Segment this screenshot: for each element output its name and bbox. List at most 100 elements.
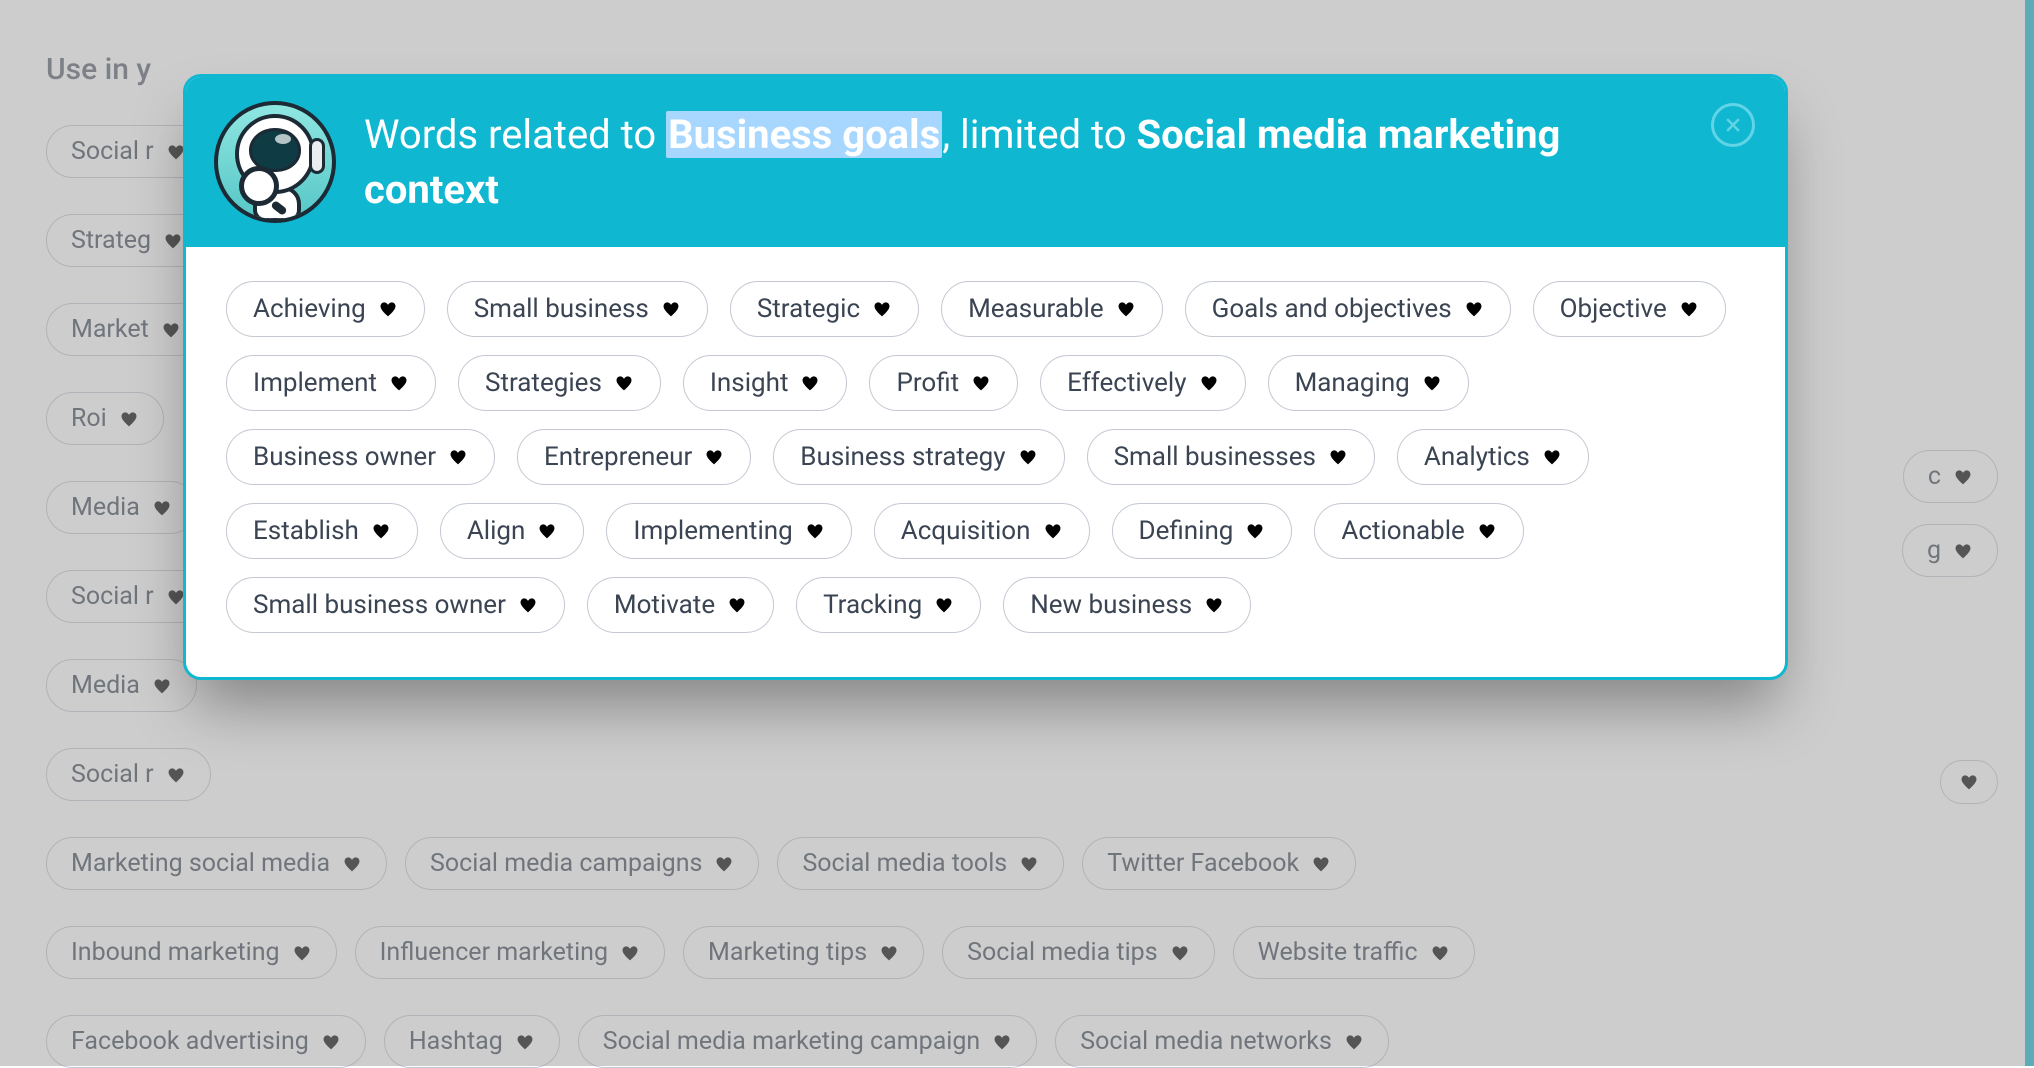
heart-icon: [1422, 374, 1442, 392]
chip-analytics[interactable]: Analytics: [1397, 429, 1589, 485]
chip-label: Analytics: [1424, 442, 1530, 472]
chip-small-businesses[interactable]: Small businesses: [1087, 429, 1375, 485]
chip-measurable[interactable]: Measurable: [941, 281, 1163, 337]
chip-label: Entrepreneur: [544, 442, 692, 472]
favorite-button[interactable]: [537, 522, 557, 540]
favorite-button[interactable]: [1679, 300, 1699, 318]
chip-small-business-owner[interactable]: Small business owner: [226, 577, 565, 633]
chip-defining[interactable]: Defining: [1112, 503, 1293, 559]
modal-body: Achieving Small business Strategic Measurab…: [186, 247, 1785, 677]
chip-label: Strategic: [757, 294, 860, 324]
chip-label: Small business: [474, 294, 649, 324]
favorite-button[interactable]: [1043, 522, 1063, 540]
chip-label: Profit: [896, 368, 959, 398]
chip-label: Insight: [710, 368, 789, 398]
favorite-button[interactable]: [378, 300, 398, 318]
chip-label: Actionable: [1341, 516, 1464, 546]
chip-label: Business owner: [253, 442, 436, 472]
favorite-button[interactable]: [614, 374, 634, 392]
close-button[interactable]: [1711, 103, 1755, 147]
chip-insight[interactable]: Insight: [683, 355, 848, 411]
chip-align[interactable]: Align: [440, 503, 585, 559]
favorite-button[interactable]: [1245, 522, 1265, 540]
chip-implementing[interactable]: Implementing: [606, 503, 851, 559]
chip-label: Managing: [1295, 368, 1410, 398]
chip-label: Small business owner: [253, 590, 506, 620]
favorite-button[interactable]: [934, 596, 954, 614]
chip-small-business[interactable]: Small business: [447, 281, 708, 337]
favorite-button[interactable]: [518, 596, 538, 614]
chip-new-business[interactable]: New business: [1003, 577, 1251, 633]
chip-label: New business: [1030, 590, 1192, 620]
chip-acquisition[interactable]: Acquisition: [874, 503, 1090, 559]
favorite-button[interactable]: [1542, 448, 1562, 466]
chip-objective[interactable]: Objective: [1533, 281, 1726, 337]
chip-tracking[interactable]: Tracking: [796, 577, 981, 633]
astronaut-icon: [214, 101, 336, 223]
favorite-button[interactable]: [704, 448, 724, 466]
chip-label: Implementing: [633, 516, 792, 546]
heart-icon: [389, 374, 409, 392]
chip-label: Align: [467, 516, 526, 546]
favorite-button[interactable]: [800, 374, 820, 392]
chip-label: Establish: [253, 516, 359, 546]
favorite-button[interactable]: [448, 448, 468, 466]
favorite-button[interactable]: [971, 374, 991, 392]
chip-business-owner[interactable]: Business owner: [226, 429, 495, 485]
heart-icon: [1679, 300, 1699, 318]
favorite-button[interactable]: [805, 522, 825, 540]
modal-chips: Achieving Small business Strategic Measurab…: [226, 281, 1745, 633]
chip-label: Effectively: [1067, 368, 1186, 398]
heart-icon: [1464, 300, 1484, 318]
favorite-button[interactable]: [727, 596, 747, 614]
heart-icon: [518, 596, 538, 614]
favorite-button[interactable]: [1199, 374, 1219, 392]
modal-title-prefix: Words related to: [364, 111, 666, 158]
heart-icon: [1542, 448, 1562, 466]
chip-implement[interactable]: Implement: [226, 355, 436, 411]
favorite-button[interactable]: [389, 374, 409, 392]
heart-icon: [800, 374, 820, 392]
chip-business-strategy[interactable]: Business strategy: [773, 429, 1064, 485]
favorite-button[interactable]: [1328, 448, 1348, 466]
favorite-button[interactable]: [371, 522, 391, 540]
heart-icon: [1116, 300, 1136, 318]
chip-goals-and-objectives[interactable]: Goals and objectives: [1185, 281, 1511, 337]
modal-title-middle: , limited to: [942, 111, 1136, 158]
chip-entrepreneur[interactable]: Entrepreneur: [517, 429, 751, 485]
heart-icon: [661, 300, 681, 318]
chip-strategic[interactable]: Strategic: [730, 281, 919, 337]
chip-motivate[interactable]: Motivate: [587, 577, 774, 633]
chip-strategies[interactable]: Strategies: [458, 355, 661, 411]
favorite-button[interactable]: [661, 300, 681, 318]
heart-icon: [727, 596, 747, 614]
chip-label: Achieving: [253, 294, 366, 324]
chip-label: Strategies: [485, 368, 602, 398]
heart-icon: [704, 448, 724, 466]
chip-establish[interactable]: Establish: [226, 503, 418, 559]
chip-effectively[interactable]: Effectively: [1040, 355, 1245, 411]
favorite-button[interactable]: [1477, 522, 1497, 540]
favorite-button[interactable]: [872, 300, 892, 318]
heart-icon: [378, 300, 398, 318]
heart-icon: [1204, 596, 1224, 614]
related-words-modal: Words related to Business goals, limited…: [183, 74, 1788, 680]
chip-achieving[interactable]: Achieving: [226, 281, 425, 337]
heart-icon: [1245, 522, 1265, 540]
favorite-button[interactable]: [1464, 300, 1484, 318]
favorite-button[interactable]: [1018, 448, 1038, 466]
favorite-button[interactable]: [1116, 300, 1136, 318]
chip-actionable[interactable]: Actionable: [1314, 503, 1523, 559]
favorite-button[interactable]: [1422, 374, 1442, 392]
chip-label: Acquisition: [901, 516, 1031, 546]
heart-icon: [371, 522, 391, 540]
modal-title: Words related to Business goals, limited…: [364, 107, 1634, 217]
heart-icon: [448, 448, 468, 466]
heart-icon: [1043, 522, 1063, 540]
chip-profit[interactable]: Profit: [869, 355, 1018, 411]
favorite-button[interactable]: [1204, 596, 1224, 614]
chip-managing[interactable]: Managing: [1268, 355, 1469, 411]
chip-label: Tracking: [823, 590, 922, 620]
chip-label: Defining: [1139, 516, 1234, 546]
chip-label: Small businesses: [1114, 442, 1316, 472]
